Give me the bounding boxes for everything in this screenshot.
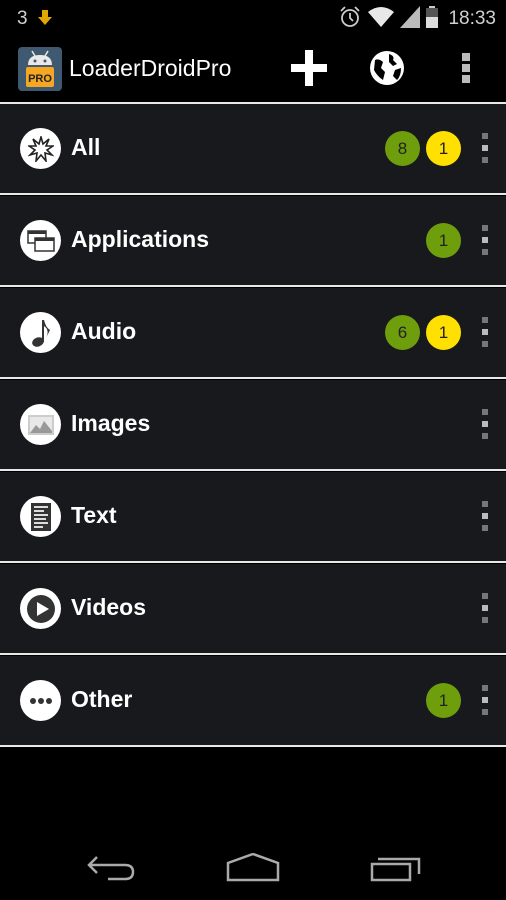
finished-count-badge: 1 [426,683,461,718]
home-button[interactable] [220,850,286,890]
all-burst-icon [20,128,61,169]
category-label: Applications [71,226,210,252]
home-icon [226,852,280,887]
row-menu-button[interactable] [480,501,490,531]
notification-count: 3 [17,8,28,29]
category-label: Text [71,502,117,528]
app-title: LoaderDroidPro [69,55,232,81]
add-button[interactable] [286,38,332,102]
app-icon[interactable]: PRO [18,47,62,91]
category-label: Images [71,410,151,436]
navigation-bar [0,840,506,900]
category-list: All 8 1 Applications 1 Audio 6 1 Images … [0,104,506,748]
row-menu-button[interactable] [480,409,490,439]
applications-windows-icon [20,220,61,261]
battery-icon [426,6,439,32]
finished-count-badge: 6 [385,315,420,350]
image-icon [20,404,61,445]
active-count-badge: 1 [426,315,461,350]
category-row-all[interactable]: All 8 1 [0,104,506,193]
category-label: Other [71,686,133,712]
category-label: All [71,134,101,160]
row-menu-button[interactable] [480,225,490,255]
finished-count-badge: 1 [426,223,461,258]
globe-icon [369,50,405,90]
category-row-videos[interactable]: Videos [0,564,506,653]
recent-apps-button[interactable] [364,850,428,890]
row-menu-button[interactable] [480,593,490,623]
recent-apps-icon [370,853,422,887]
play-icon [20,588,61,629]
active-count-badge: 1 [426,131,461,166]
category-row-applications[interactable]: Applications 1 [0,196,506,285]
category-row-text[interactable]: Text [0,472,506,561]
app-icon-badge: PRO [28,73,52,85]
category-row-images[interactable]: Images [0,380,506,469]
status-bar: 3 18:33 [0,0,506,38]
text-document-icon [20,496,61,537]
row-divider [0,745,506,748]
clock: 18:33 [448,8,496,29]
finished-count-badge: 8 [385,131,420,166]
overflow-menu-icon [461,53,471,87]
category-label: Videos [71,594,146,620]
browser-button[interactable] [364,38,410,102]
more-dots-icon [20,680,61,721]
back-button[interactable] [80,850,144,890]
download-arrow-icon [38,10,52,30]
action-bar: PRO LoaderDroidPro [0,38,506,102]
row-menu-button[interactable] [480,685,490,715]
category-label: Audio [71,318,137,344]
category-row-audio[interactable]: Audio 6 1 [0,288,506,377]
overflow-menu-button[interactable] [448,38,484,102]
category-row-other[interactable]: Other 1 [0,656,506,745]
wifi-icon [368,6,395,32]
add-icon [291,50,327,90]
music-note-icon [20,312,61,353]
row-menu-button[interactable] [480,317,490,347]
row-menu-button[interactable] [480,133,490,163]
alarm-icon [338,5,362,33]
cell-signal-icon [400,6,421,32]
back-icon [87,853,137,887]
